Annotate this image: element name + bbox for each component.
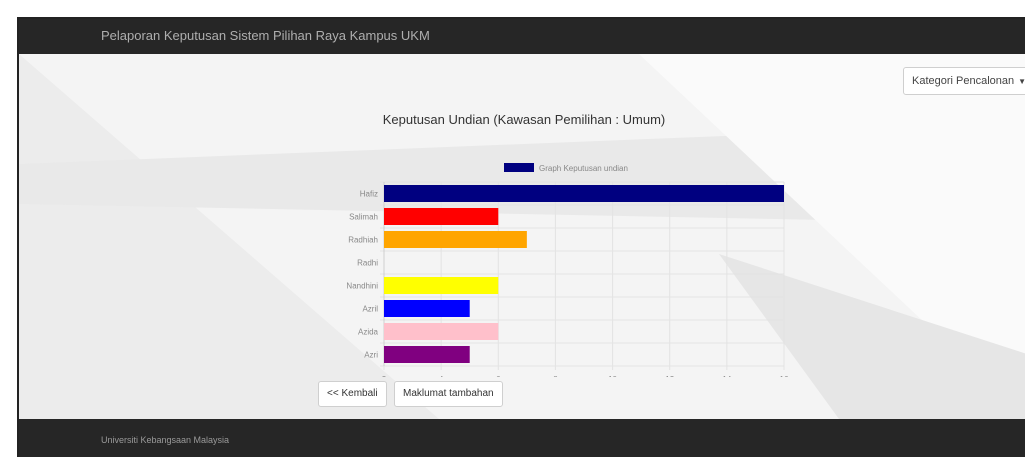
- x-tick-label: 2: [382, 375, 387, 377]
- navbar: Pelaporan Keputusan Sistem Pilihan Raya …: [19, 19, 1025, 54]
- footer: Universiti Kebangsaan Malaysia: [19, 419, 1025, 457]
- x-tick-label: 8: [553, 375, 558, 377]
- legend-swatch: [504, 163, 534, 172]
- x-tick-label: 12: [665, 375, 674, 377]
- caret-down-icon: ▼: [1018, 77, 1025, 86]
- bar-azri: [384, 346, 470, 363]
- y-tick-label: Nandhini: [346, 282, 378, 291]
- y-tick-label: Azril: [362, 305, 378, 314]
- y-tick-label: Radhiah: [348, 236, 378, 245]
- bar-chart: Graph Keputusan undian 2 4 6 8 10 12 14 16 Hafiz S…: [309, 157, 789, 384]
- y-tick-label: Azida: [358, 328, 379, 337]
- kategori-dropdown-label: Kategori Pencalonan: [912, 75, 1015, 87]
- main-content: Kategori Pencalonan▼ Keputusan Undian (K…: [19, 54, 1025, 419]
- app-window: Pelaporan Keputusan Sistem Pilihan Raya …: [17, 17, 1025, 457]
- y-tick-label: Hafiz: [360, 190, 378, 199]
- bar-salimah: [384, 208, 499, 225]
- y-tick-label: Azri: [364, 351, 378, 360]
- bar-nandhini: [384, 277, 499, 294]
- back-button[interactable]: << Kembali: [318, 381, 387, 407]
- more-info-button[interactable]: Maklumat tambahan: [394, 381, 503, 407]
- chart-title: Keputusan Undian (Kawasan Pemilihan : Um…: [382, 112, 666, 127]
- x-tick-label: 6: [496, 375, 501, 377]
- bar-radhiah: [384, 231, 527, 248]
- x-tick-label: 10: [608, 375, 617, 377]
- bar-chart-svg: Graph Keputusan undian 2 4 6 8 10 12 14 16 Hafiz S…: [346, 163, 789, 384]
- bar-azida: [384, 323, 499, 340]
- footer-text: Universiti Kebangsaan Malaysia: [101, 435, 230, 445]
- legend-label: Graph Keputusan undian: [539, 164, 628, 173]
- x-tick-label: 4: [439, 375, 444, 377]
- kategori-dropdown-button[interactable]: Kategori Pencalonan▼: [903, 67, 1025, 95]
- y-tick-label: Salimah: [349, 213, 378, 222]
- bar-azril: [384, 300, 470, 317]
- y-tick-label: Radhi: [357, 259, 378, 268]
- navbar-brand[interactable]: Pelaporan Keputusan Sistem Pilihan Raya …: [101, 28, 430, 43]
- x-tick-label: 16: [780, 375, 789, 377]
- bar-hafiz: [384, 185, 784, 202]
- x-tick-label: 14: [722, 375, 731, 377]
